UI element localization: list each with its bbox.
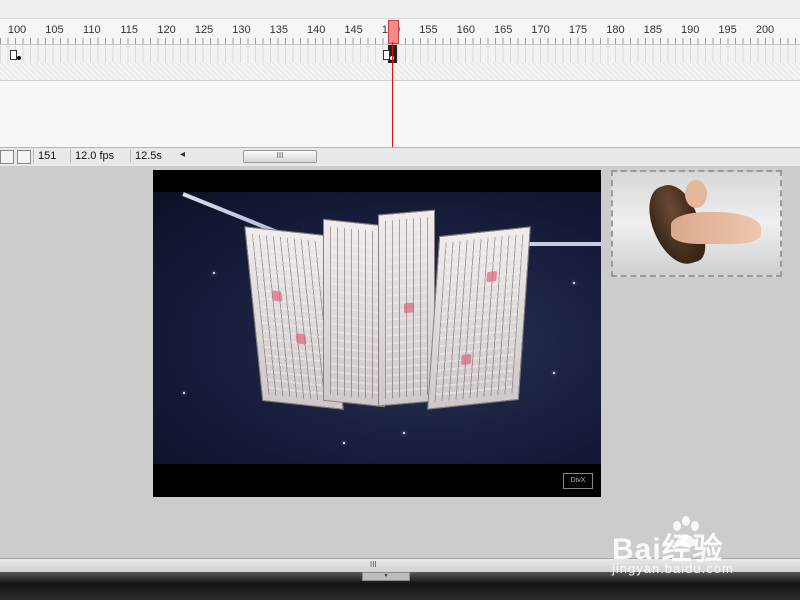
- watermark-url: jingyan.baidu.com: [612, 561, 734, 576]
- star: [573, 282, 575, 284]
- book-page-right: [427, 226, 531, 410]
- ruler-label-200: 200: [755, 24, 775, 36]
- ruler-label-100: 100: [7, 24, 27, 36]
- portrait-face: [685, 180, 707, 208]
- edit-multiple-frames-icon[interactable]: [17, 150, 31, 164]
- baidu-watermark: Bai经验 jingyan.baidu.com: [612, 514, 792, 584]
- ruler-label-145: 145: [344, 24, 363, 36]
- current-frame-field: 151: [33, 149, 70, 163]
- ruler-label-165: 165: [494, 24, 513, 36]
- ruler-label-120: 120: [157, 24, 176, 36]
- ruler-label-170: 170: [531, 24, 550, 36]
- frame-rate-field[interactable]: 12.0 fps: [70, 149, 129, 163]
- book-page-middle-right: [378, 209, 435, 407]
- ruler-label-160: 160: [456, 24, 475, 36]
- light-beam-right: [523, 242, 601, 246]
- ruler-label-185: 185: [643, 24, 662, 36]
- ruler-label-155: 155: [419, 24, 438, 36]
- divx-badge: DivX: [563, 473, 593, 489]
- timeline-scroll-thumb[interactable]: III: [243, 150, 317, 163]
- timeline-status-bar: 151 12.0 fps 12.5s ◂ III: [0, 147, 800, 167]
- splitter-grip[interactable]: III: [370, 560, 377, 569]
- ruler-label-140: 140: [307, 24, 326, 36]
- collapse-panel-tab[interactable]: ▾: [362, 572, 410, 581]
- layer-frames-row[interactable]: [0, 45, 800, 63]
- ruler-label-125: 125: [194, 24, 214, 36]
- timeline-ruler[interactable]: [0, 0, 800, 45]
- timeline-header-strip: [0, 0, 800, 19]
- keyframe-end[interactable]: [383, 50, 390, 60]
- keyframe-start[interactable]: [10, 50, 17, 60]
- ruler-label-135: 135: [269, 24, 288, 36]
- elapsed-time-field: 12.5s: [130, 149, 175, 163]
- ruler-label-180: 180: [606, 24, 625, 36]
- portrait-thumbnail[interactable]: [611, 170, 782, 277]
- onion-skin-icon[interactable]: [0, 150, 14, 164]
- book-page-middle-left: [323, 218, 385, 408]
- ruler-label-105: 105: [45, 24, 64, 36]
- keyframe-dot: [17, 56, 21, 60]
- video-clip[interactable]: DivX: [153, 170, 601, 497]
- ruler-label-195: 195: [718, 24, 737, 36]
- timeline-empty-area: [0, 81, 800, 147]
- ruler-label-130: 130: [232, 24, 251, 36]
- ruler-label-110: 110: [83, 24, 101, 36]
- star: [403, 432, 405, 434]
- ruler-label-115: 115: [120, 24, 138, 36]
- playhead-line: [392, 42, 393, 148]
- ruler-ticks: [0, 38, 800, 44]
- ruler-label-190: 190: [681, 24, 700, 36]
- star: [183, 392, 185, 394]
- playhead-handle[interactable]: [388, 20, 399, 44]
- layer-empty-row[interactable]: [0, 63, 800, 81]
- star: [553, 372, 555, 374]
- scroll-left-arrow-icon[interactable]: ◂: [180, 149, 185, 160]
- ruler-label-175: 175: [568, 24, 588, 36]
- portrait-body: [671, 212, 761, 244]
- video-frame-book-scene: [153, 192, 601, 464]
- star: [343, 442, 345, 444]
- star: [213, 272, 215, 274]
